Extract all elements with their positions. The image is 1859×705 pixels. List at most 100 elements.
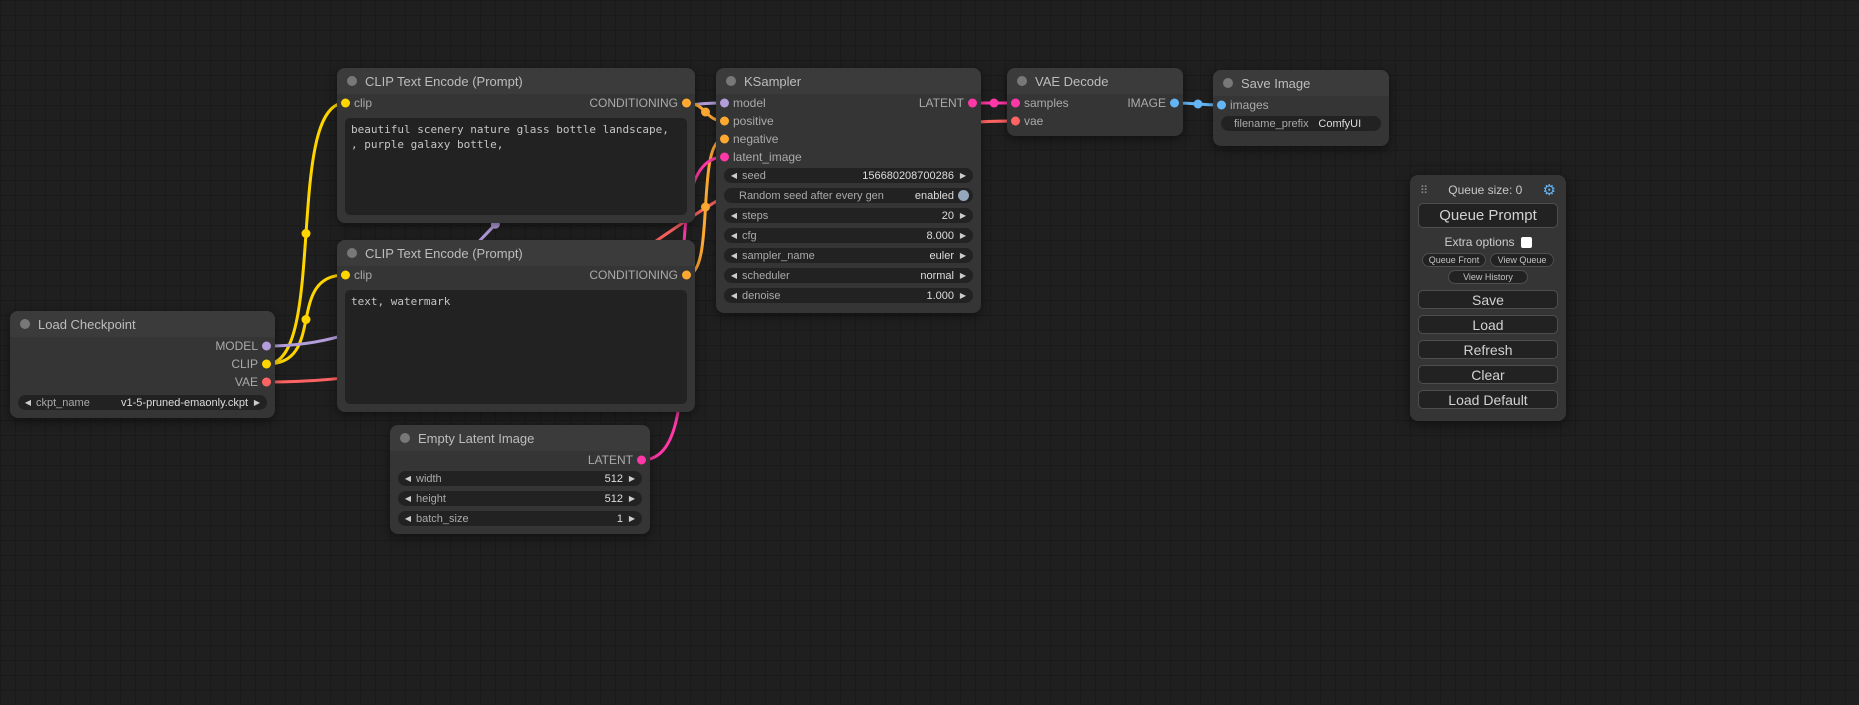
slot-label: vae [1024,114,1043,128]
ckpt-name-widget[interactable]: ◀ ckpt_name v1-5-pruned-emaonly.ckpt ▶ [18,395,267,410]
input-slot-positive: positive [716,112,981,130]
collapse-dot[interactable] [726,76,736,86]
decrement-arrow-icon[interactable]: ◀ [729,172,739,180]
conditioning-output-dot[interactable] [682,271,691,280]
collapse-dot[interactable] [1017,76,1027,86]
node-load-checkpoint[interactable]: Load Checkpoint MODEL CLIP VAE ◀ ckpt_na… [10,311,275,418]
increment-arrow-icon[interactable]: ▶ [627,475,637,483]
conditioning-output-dot[interactable] [682,99,691,108]
collapse-dot[interactable] [1223,78,1233,88]
collapse-dot[interactable] [347,248,357,258]
view-queue-button[interactable]: View Queue [1490,253,1554,267]
extra-options-row: Extra options [1418,235,1558,249]
node-header[interactable]: Load Checkpoint [10,311,275,337]
height-widget[interactable]: ◀ height 512 ▶ [398,491,642,506]
random-seed-toggle-widget[interactable]: Random seed after every gen enabled [724,188,973,203]
increment-arrow-icon[interactable]: ▶ [627,515,637,523]
decrement-arrow-icon[interactable]: ◀ [23,399,33,407]
node-clip-text-encode-negative[interactable]: CLIP Text Encode (Prompt) clip CONDITION… [337,240,695,412]
queue-size-text: Queue size: [1448,183,1512,197]
decrement-arrow-icon[interactable]: ◀ [729,252,739,260]
slot-label: latent_image [733,150,802,164]
collapse-dot[interactable] [347,76,357,86]
increment-arrow-icon[interactable]: ▶ [627,495,637,503]
node-vae-decode[interactable]: VAE Decode samples IMAGE vae [1007,68,1183,136]
image-output-dot[interactable] [1170,99,1179,108]
node-clip-text-encode-positive[interactable]: CLIP Text Encode (Prompt) clip CONDITION… [337,68,695,223]
positive-input-dot[interactable] [720,117,729,126]
node-header[interactable]: VAE Decode [1007,68,1183,94]
queue-menu-panel[interactable]: ⠿ Queue size: 0 ⚙ Queue Prompt Extra opt… [1410,175,1566,421]
queue-front-button[interactable]: Queue Front [1422,253,1486,267]
collapse-dot[interactable] [400,433,410,443]
latent-output-dot[interactable] [637,456,646,465]
node-ksampler[interactable]: KSampler model LATENT positive negative … [716,68,981,313]
seed-widget[interactable]: ◀ seed 156680208700286 ▶ [724,168,973,183]
queue-prompt-button[interactable]: Queue Prompt [1418,203,1558,228]
increment-arrow-icon[interactable]: ▶ [958,172,968,180]
decrement-arrow-icon[interactable]: ◀ [729,292,739,300]
increment-arrow-icon[interactable]: ▶ [958,232,968,240]
link-midpoint-dot [701,108,710,117]
clip-output-dot[interactable] [262,360,271,369]
vae-input-dot[interactable] [1011,117,1020,126]
latent-image-input-dot[interactable] [720,153,729,162]
negative-input-dot[interactable] [720,135,729,144]
queue-controls-row: Queue Front View Queue [1422,253,1554,267]
extra-options-checkbox[interactable] [1521,237,1532,248]
node-header[interactable]: Empty Latent Image [390,425,650,451]
samples-input-dot[interactable] [1011,99,1020,108]
graph-canvas[interactable]: Load Checkpoint MODEL CLIP VAE ◀ ckpt_na… [0,0,1859,705]
scheduler-widget[interactable]: ◀ scheduler normal ▶ [724,268,973,283]
images-input-dot[interactable] [1217,101,1226,110]
node-header[interactable]: CLIP Text Encode (Prompt) [337,68,695,94]
refresh-button[interactable]: Refresh [1418,340,1558,359]
increment-arrow-icon[interactable]: ▶ [958,252,968,260]
increment-arrow-icon[interactable]: ▶ [252,399,262,407]
load-button[interactable]: Load [1418,315,1558,334]
slot-row-model-latent: model LATENT [716,94,981,112]
settings-gear-icon[interactable]: ⚙ [1543,181,1556,199]
widget-label: height [416,493,446,505]
steps-widget[interactable]: ◀ steps 20 ▶ [724,208,973,223]
model-input-dot[interactable] [720,99,729,108]
decrement-arrow-icon[interactable]: ◀ [729,212,739,220]
positive-prompt-textarea[interactable]: beautiful scenery nature glass bottle la… [345,118,687,215]
sampler-name-widget[interactable]: ◀ sampler_name euler ▶ [724,248,973,263]
node-header[interactable]: Save Image [1213,70,1389,96]
view-history-button[interactable]: View History [1448,270,1528,284]
clear-button[interactable]: Clear [1418,365,1558,384]
widget-value: 20 [772,210,954,222]
filename-prefix-widget[interactable]: filename_prefix ComfyUI [1221,116,1381,131]
slot-label: LATENT [919,96,964,110]
widget-value: ComfyUI [1313,118,1367,130]
latent-output-dot[interactable] [968,99,977,108]
node-save-image[interactable]: Save Image images filename_prefix ComfyU… [1213,70,1389,146]
decrement-arrow-icon[interactable]: ◀ [403,495,413,503]
cfg-widget[interactable]: ◀ cfg 8.000 ▶ [724,228,973,243]
batch-size-widget[interactable]: ◀ batch_size 1 ▶ [398,511,642,526]
collapse-dot[interactable] [20,319,30,329]
load-default-button[interactable]: Load Default [1418,390,1558,409]
width-widget[interactable]: ◀ width 512 ▶ [398,471,642,486]
increment-arrow-icon[interactable]: ▶ [958,272,968,280]
increment-arrow-icon[interactable]: ▶ [958,212,968,220]
increment-arrow-icon[interactable]: ▶ [958,292,968,300]
model-output-dot[interactable] [262,342,271,351]
decrement-arrow-icon[interactable]: ◀ [403,515,413,523]
negative-prompt-textarea[interactable]: text, watermark [345,290,687,404]
node-empty-latent-image[interactable]: Empty Latent Image LATENT ◀ width 512 ▶ … [390,425,650,534]
node-header[interactable]: CLIP Text Encode (Prompt) [337,240,695,266]
vae-output-dot[interactable] [262,378,271,387]
node-header[interactable]: KSampler [716,68,981,94]
denoise-widget[interactable]: ◀ denoise 1.000 ▶ [724,288,973,303]
toggle-knob[interactable] [958,190,969,201]
save-button[interactable]: Save [1418,290,1558,309]
node-title: VAE Decode [1035,74,1108,89]
decrement-arrow-icon[interactable]: ◀ [729,232,739,240]
decrement-arrow-icon[interactable]: ◀ [729,272,739,280]
drag-handle-icon[interactable]: ⠿ [1420,184,1428,197]
clip-input-dot[interactable] [341,99,350,108]
clip-input-dot[interactable] [341,271,350,280]
decrement-arrow-icon[interactable]: ◀ [403,475,413,483]
